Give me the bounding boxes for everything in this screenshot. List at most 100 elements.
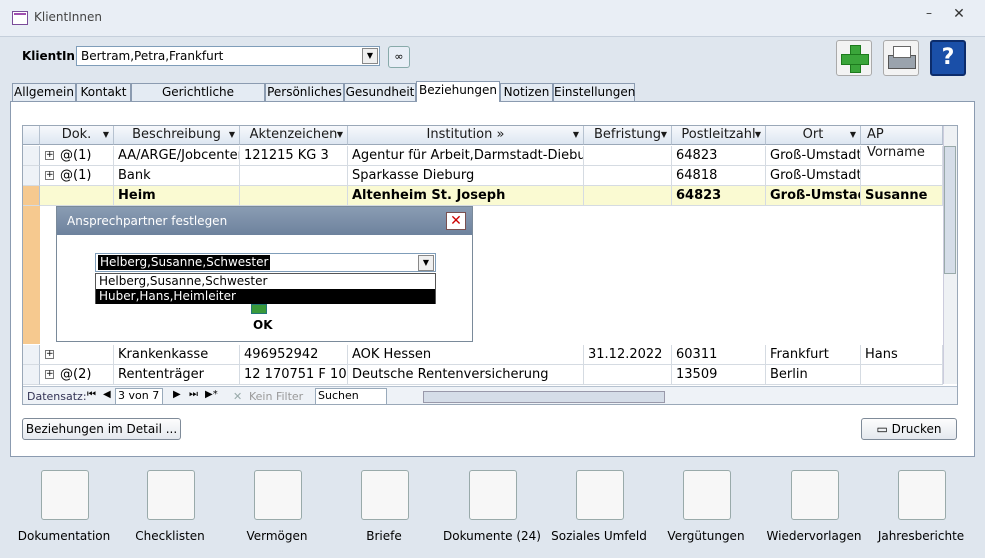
chevron-down-icon[interactable]: ▼: [362, 48, 378, 64]
header-beschreibung[interactable]: Beschreibung ▼: [114, 126, 240, 145]
row-selector[interactable]: [23, 365, 40, 385]
cell-ort[interactable]: Frankfurt: [766, 345, 861, 365]
table-row[interactable]: + Krankenkasse 496952942 AOK Hessen 31.1…: [23, 345, 943, 365]
next-record-icon[interactable]: ▶: [173, 389, 181, 400]
relations-detail-button[interactable]: Beziehungen im Detail ...: [22, 418, 181, 440]
close-button[interactable]: ✕: [948, 6, 970, 26]
tab-kontakt[interactable]: Kontakt: [76, 83, 131, 101]
row-selector[interactable]: [23, 146, 40, 166]
checklisten-button[interactable]: Checklisten: [120, 462, 220, 550]
briefe-button[interactable]: Briefe: [334, 462, 434, 550]
cell-dok[interactable]: @(1): [40, 166, 114, 186]
cell-institution[interactable]: Agentur für Arbeit,Darmstadt-Dieburg: [348, 146, 584, 166]
tab-notizen[interactable]: Notizen: [500, 83, 553, 101]
select-all-corner[interactable]: [23, 126, 40, 145]
add-button[interactable]: [836, 40, 872, 76]
wiedervorlagen-button[interactable]: Wiedervorlagen: [764, 462, 864, 550]
record-position[interactable]: 3 von 7: [115, 388, 163, 404]
cell-beschreibung[interactable]: AA/ARGE/Jobcenter: [114, 146, 240, 166]
cell-beschreibung[interactable]: Heim: [114, 186, 240, 206]
cell-aktenzeichen[interactable]: [240, 166, 348, 186]
tab-gesundheit[interactable]: Gesundheit: [344, 83, 416, 101]
verguetungen-button[interactable]: Vergütungen: [656, 462, 756, 550]
contact-combo[interactable]: Helberg,Susanne,Schwester ▼: [95, 253, 436, 272]
tab-persoenliches[interactable]: Persönliches: [265, 83, 344, 101]
header-dok[interactable]: Dok. ▼: [40, 126, 114, 145]
table-row-selected[interactable]: − Heim Altenheim St. Joseph 64823 Groß-U…: [23, 186, 943, 206]
minimize-button[interactable]: –: [918, 6, 940, 26]
help-button[interactable]: ?: [930, 40, 966, 76]
header-ap-vorname[interactable]: AP Vorname: [861, 126, 943, 160]
cell-plz[interactable]: 60311: [672, 345, 766, 365]
cell-aktenzeichen[interactable]: 496952942: [240, 345, 348, 365]
tab-gerichtliche-bestellung[interactable]: Gerichtliche Bestellung: [131, 83, 265, 116]
contact-option-selected[interactable]: Huber,Hans,Heimleiter: [96, 289, 435, 304]
cell-beschreibung[interactable]: Rententräger: [114, 365, 240, 385]
printer-button[interactable]: [883, 40, 919, 76]
filter-icon[interactable]: ✕: [233, 390, 242, 403]
cell-dok[interactable]: [40, 186, 114, 206]
cell-aktenzeichen[interactable]: 121215 KG 3: [240, 146, 348, 166]
row-selector[interactable]: [23, 166, 40, 186]
first-record-icon[interactable]: ⏮: [87, 389, 96, 400]
client-combo[interactable]: Bertram,Petra,Frankfurt ▼: [76, 46, 380, 66]
header-postleitzahl[interactable]: Postleitzahl ▼: [672, 126, 766, 145]
dokumentation-button[interactable]: Dokumentation: [14, 462, 114, 550]
table-row[interactable]: + @(1) Bank Sparkasse Dieburg 64818 Groß…: [23, 166, 943, 186]
ok-button[interactable]: OK: [253, 318, 273, 332]
contact-option[interactable]: Helberg,Susanne,Schwester: [96, 274, 435, 289]
search-input[interactable]: Suchen: [315, 388, 387, 404]
cell-ap[interactable]: Susanne: [861, 186, 943, 206]
new-record-icon[interactable]: ▶*: [205, 389, 218, 400]
header-befristung[interactable]: Befristung ▼: [584, 126, 672, 145]
cell-ap[interactable]: [861, 166, 943, 186]
cell-plz[interactable]: 13509: [672, 365, 766, 385]
cell-dok[interactable]: @(2): [40, 365, 114, 385]
soziales-umfeld-button[interactable]: Soziales Umfeld: [549, 462, 649, 550]
print-button[interactable]: ▭ Drucken: [861, 418, 957, 440]
cell-institution[interactable]: AOK Hessen: [348, 345, 584, 365]
cell-beschreibung[interactable]: Bank: [114, 166, 240, 186]
dokumente-button[interactable]: Dokumente (24): [442, 462, 542, 550]
cell-beschreibung[interactable]: Krankenkasse: [114, 345, 240, 365]
cell-institution[interactable]: Deutsche Rentenversicherung: [348, 365, 584, 385]
header-aktenzeichen[interactable]: Aktenzeichen ▼: [240, 126, 348, 145]
cell-aktenzeichen[interactable]: 12 170751 F 101: [240, 365, 348, 385]
cell-ap[interactable]: [861, 365, 943, 385]
binoculars-icon[interactable]: ∞: [388, 46, 410, 68]
row-selector[interactable]: [23, 345, 40, 365]
close-icon[interactable]: ✕: [446, 212, 466, 230]
table-row[interactable]: + @(1) AA/ARGE/Jobcenter 121215 KG 3 Age…: [23, 146, 943, 166]
vermoegen-button[interactable]: Vermögen: [227, 462, 327, 550]
row-selector[interactable]: [23, 186, 40, 206]
contact-options-list[interactable]: Helberg,Susanne,Schwester Huber,Hans,Hei…: [95, 273, 436, 304]
cell-dok[interactable]: @(1): [40, 146, 114, 166]
cell-befristung[interactable]: [584, 365, 672, 385]
cell-plz[interactable]: 64818: [672, 166, 766, 186]
table-row[interactable]: + @(2) Rententräger 12 170751 F 101 Deut…: [23, 365, 943, 385]
filter-status[interactable]: Kein Filter: [249, 390, 303, 403]
tab-allgemein[interactable]: Allgemein: [12, 83, 76, 101]
cell-institution[interactable]: Sparkasse Dieburg: [348, 166, 584, 186]
cell-dok[interactable]: [40, 345, 114, 365]
prev-record-icon[interactable]: ◀: [103, 389, 111, 400]
horizontal-scrollbar[interactable]: [423, 391, 665, 403]
cell-befristung[interactable]: 31.12.2022: [584, 345, 672, 365]
cell-ort[interactable]: Groß-Umstadt: [766, 166, 861, 186]
scrollbar-thumb[interactable]: [944, 146, 956, 274]
cell-befristung[interactable]: [584, 186, 672, 206]
cell-plz[interactable]: 64823: [672, 146, 766, 166]
cell-plz[interactable]: 64823: [672, 186, 766, 206]
tab-beziehungen[interactable]: Beziehungen: [416, 81, 500, 102]
cell-ort[interactable]: Groß-Umstadt: [766, 186, 861, 206]
chevron-down-icon[interactable]: ▼: [418, 255, 434, 271]
tab-einstellungen[interactable]: Einstellungen: [553, 83, 635, 101]
last-record-icon[interactable]: ⏭: [189, 389, 198, 400]
cell-ort[interactable]: Berlin: [766, 365, 861, 385]
jahresberichte-button[interactable]: Jahresberichte: [871, 462, 971, 550]
cell-ort[interactable]: Groß-Umstadt: [766, 146, 861, 166]
cell-institution[interactable]: Altenheim St. Joseph: [348, 186, 584, 206]
cell-ap[interactable]: [861, 146, 943, 166]
cell-befristung[interactable]: [584, 166, 672, 186]
header-institution[interactable]: Institution » ▼: [348, 126, 584, 145]
